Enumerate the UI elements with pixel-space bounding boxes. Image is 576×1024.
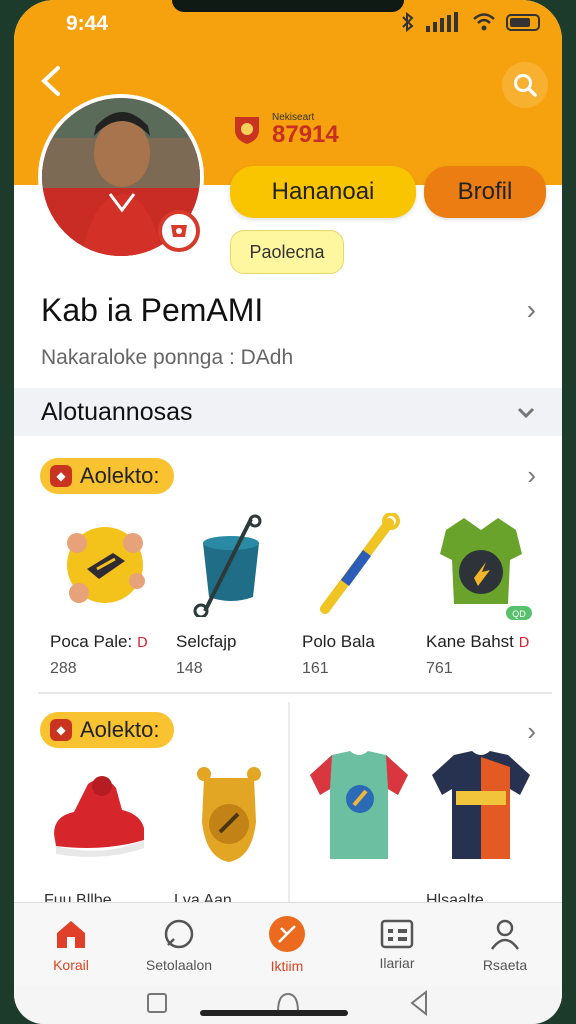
item-name: Polo Bala	[302, 632, 375, 651]
collection-label-text: Aolekto:	[80, 463, 160, 488]
search-button[interactable]	[502, 62, 548, 108]
section-title: Alotuannosas	[41, 398, 193, 426]
jersey-icon	[304, 751, 414, 862]
status-chip[interactable]: Paolecna	[230, 230, 344, 274]
tab-home[interactable]: Korail	[16, 903, 126, 987]
tab-profile[interactable]: Rsaeta	[450, 903, 560, 987]
list-item[interactable]: Selcfajp 148	[176, 510, 300, 678]
chevron-right-icon[interactable]: ›	[527, 294, 536, 326]
tab-center[interactable]: Iktiim	[232, 903, 342, 987]
item-name: Kane Bahst	[426, 632, 514, 651]
collection-label-text: Aolekto:	[80, 717, 160, 742]
list-item[interactable]	[44, 762, 168, 872]
list-item[interactable]: QD Kane Bahst Ⅾ 761	[426, 510, 550, 678]
club-shield-icon	[232, 115, 262, 145]
tab-label: Korail	[53, 957, 89, 973]
team-badge-icon	[158, 210, 200, 252]
tab-label: Iktiim	[270, 958, 304, 974]
compass-icon	[164, 919, 194, 949]
tab-label: Setolaalon	[145, 957, 213, 973]
shoe-icon	[44, 762, 154, 872]
collection-label-1[interactable]: ◆ Aolekto:	[40, 458, 174, 494]
club-number: 87914	[272, 121, 339, 148]
back-button[interactable]	[36, 64, 72, 100]
app-screen: 9:44 Nekiseart 87914 Hananoai Brofil Pao…	[14, 0, 562, 1024]
list-item[interactable]	[426, 751, 550, 862]
profile-button[interactable]: Brofil	[424, 166, 546, 218]
item-value: 161	[302, 660, 329, 677]
shield-icon: ◆	[50, 465, 72, 487]
trophy-icon	[174, 762, 284, 872]
system-nav-bar	[14, 986, 562, 1024]
item-name: Poca Pale:	[50, 632, 133, 651]
back-nav-icon[interactable]	[408, 990, 430, 1016]
list-item[interactable]: Poca Pale: Ⅾ 288	[50, 510, 174, 678]
tab-label: Ilariar	[379, 955, 415, 971]
battery-icon	[506, 13, 540, 31]
shield-icon: ◆	[50, 719, 72, 741]
chevron-right-icon[interactable]: ›	[527, 460, 536, 491]
user-icon	[490, 919, 520, 950]
phone-frame: 9:44 Nekiseart 87914 Hananoai Brofil Pao…	[0, 0, 576, 1024]
chevron-right-icon[interactable]: ›	[527, 716, 536, 747]
search-icon	[514, 74, 537, 97]
primary-action-button[interactable]: Hananoai	[230, 166, 416, 218]
item-mark: Ⅾ	[136, 634, 148, 650]
recents-icon[interactable]	[146, 992, 168, 1014]
collection-label-2[interactable]: ◆ Aolekto:	[40, 712, 174, 748]
tab-list[interactable]: Ilariar	[342, 903, 452, 987]
tab-search[interactable]: Setolaalon	[124, 903, 234, 987]
item-mark: Ⅾ	[518, 634, 530, 650]
target-icon	[269, 916, 305, 952]
player-subtitle: Nakaraloke ponnga : DAdh	[41, 346, 294, 369]
status-time: 9:44	[66, 12, 109, 35]
divider	[38, 692, 552, 694]
item-tag: QD	[512, 609, 526, 619]
armor-icon: QD	[426, 510, 536, 620]
list-item[interactable]: Polo Bala 161	[302, 510, 426, 678]
item-name: Selcfajp	[176, 632, 237, 651]
jersey-icon	[426, 751, 536, 862]
item-value: 148	[176, 660, 203, 677]
item-value: 288	[50, 660, 77, 677]
list-item[interactable]	[174, 762, 298, 872]
item-value: 761	[426, 660, 453, 677]
chevron-down-icon[interactable]	[516, 400, 536, 426]
club-info: Nekiseart 87914	[232, 112, 339, 147]
home-indicator[interactable]	[200, 1010, 348, 1016]
chevron-left-icon	[41, 66, 60, 96]
home-icon	[57, 921, 85, 948]
bat-icon	[302, 510, 412, 620]
signal-icon	[426, 12, 458, 32]
camera-notch	[172, 0, 404, 12]
wifi-icon	[473, 13, 495, 31]
list-item[interactable]	[304, 751, 428, 862]
ball-icon	[50, 510, 160, 620]
bag-icon	[176, 510, 286, 620]
bluetooth-icon	[402, 12, 414, 32]
player-name: Kab ia PemAMI	[41, 292, 264, 328]
tab-label: Rsaeta	[482, 957, 528, 973]
list-icon	[380, 919, 414, 949]
status-icons	[400, 12, 540, 32]
bottom-tab-bar: Korail Setolaalon Iktiim Ilariar Rsaeta	[14, 902, 562, 987]
